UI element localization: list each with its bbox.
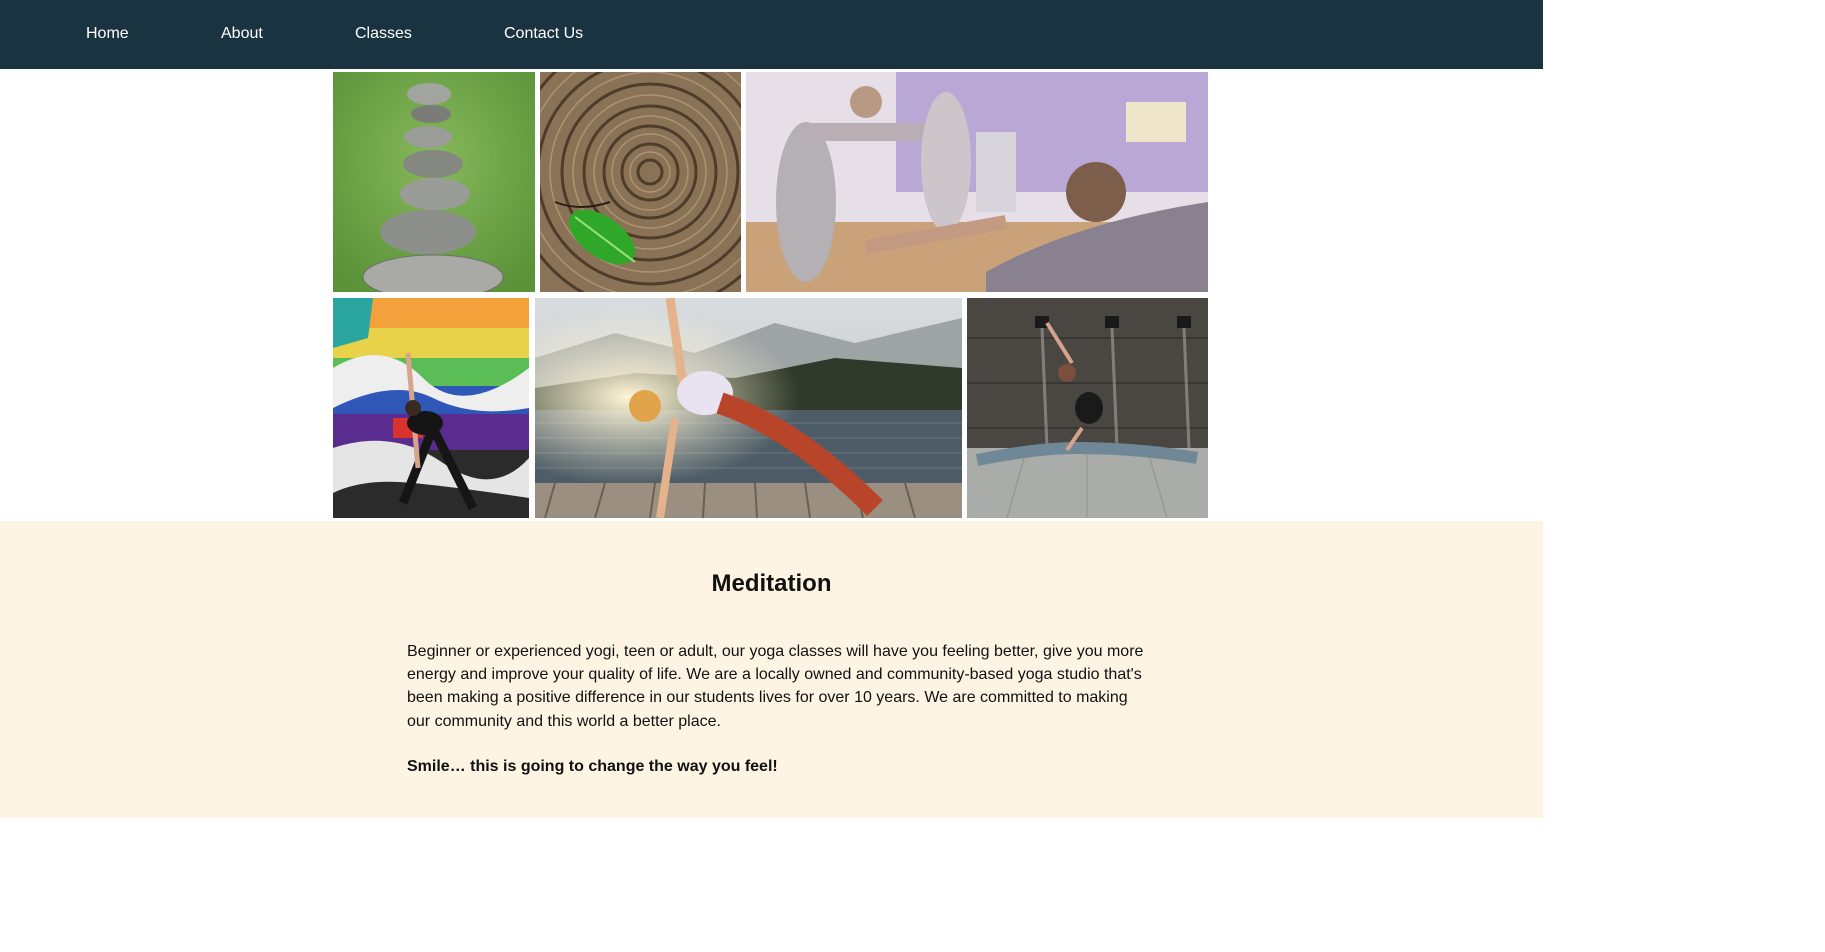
mural-triangle-pose-photo [333,298,529,518]
photo-gallery [0,69,1543,521]
section-heading: Meditation [711,570,832,597]
meditation-section: Meditation Beginner or experienced yogi,… [0,521,1543,818]
class-stretching-photo [746,72,1208,292]
stacked-stones-photo [333,72,535,292]
splits-pose-photo [967,298,1208,518]
section-tagline: Smile… this is going to change the way y… [407,758,778,775]
lake-side-plank-photo [535,298,962,518]
nav-link-classes[interactable]: Classes [355,24,412,44]
page: Home About Classes Contact Us Meditation… [0,0,1825,952]
section-description: Beginner or experienced yogi, teen or ad… [407,643,1144,730]
top-navigation-bar: Home About Classes Contact Us [0,0,1543,69]
nav-link-contact-us[interactable]: Contact Us [504,24,583,44]
tree-rings-leaf-photo [540,72,741,292]
nav-link-home[interactable]: Home [86,24,129,44]
nav-link-about[interactable]: About [221,24,263,44]
